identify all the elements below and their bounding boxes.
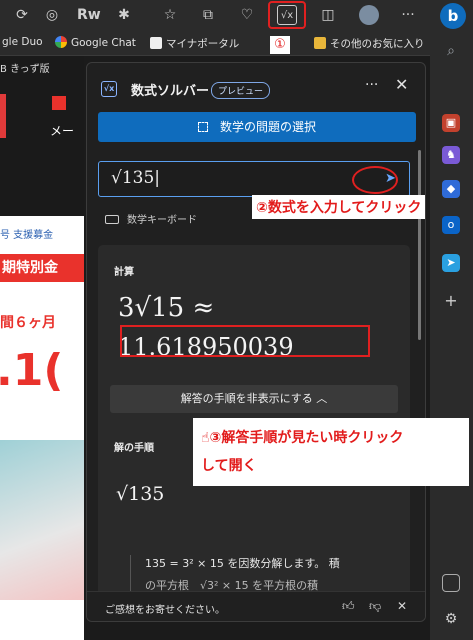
favorite-label: その他のお気に入り [330,38,425,50]
annotation-step3-line2: して開く [201,458,257,474]
keyboard-icon [105,215,119,224]
favorite-label: gle Duo [2,36,43,48]
panel-title: 数式ソルバー [131,84,210,99]
annotation-step2: ②数式を入力してクリック [252,195,426,219]
puzzle-icon[interactable]: ✱ [114,5,134,25]
health-icon[interactable]: ♡ [237,5,257,25]
profile-avatar[interactable] [359,5,379,25]
keyboard-label: 数学キーボード [127,215,197,226]
math-solver-highlight-box [268,1,306,29]
annotation-step1: ① [270,36,290,54]
collections-icon[interactable]: ⧉ [198,5,218,25]
outlook-icon[interactable]: o [442,216,460,234]
calculation-label: 計算 [114,267,134,278]
feedback-close-icon[interactable]: ✕ [397,599,407,613]
extension-icon[interactable]: ◎ [42,5,62,25]
add-icon[interactable]: + [442,292,460,310]
feedback-text: ご感想をお寄せください。 [105,605,225,616]
promo-subtitle: 間６ヶ月 [0,315,56,331]
send-highlight-circle [352,166,398,194]
page-side-text[interactable]: メー [50,122,74,139]
office-icon[interactable]: ◆ [442,180,460,198]
thumbs-down-icon[interactable]: 👎︎ [369,599,381,614]
favorite-label: マイナポータル [166,38,240,50]
more-icon[interactable]: ··· [398,5,418,25]
toggle-highlight-box [120,325,370,357]
steps-expression: √135 [116,483,165,505]
panel-scrollbar[interactable] [418,150,421,340]
refresh-icon[interactable]: ⟳ [12,5,32,25]
annotation-step3-line1: ☝③解答手順が見たい時クリック [201,430,404,446]
telegram-icon[interactable]: ➤ [442,254,460,272]
favorite-mynaportal[interactable]: マイナポータル [150,36,239,51]
page-header: B きっず版 メー [0,56,84,216]
select-math-problem-button[interactable]: 数学の問題の選択 [98,112,416,142]
math-input-value: √135| [111,168,161,188]
games-icon[interactable]: ♞ [442,146,460,164]
page-links[interactable]: 号 支援募金 [0,226,53,241]
favorite-label: Google Chat [71,37,136,49]
mynaportal-icon [150,37,162,49]
toggle-steps-button[interactable]: 解答の手順を非表示にする ︿ [110,385,398,413]
panel-close-button[interactable]: ✕ [395,75,408,94]
page-accent [0,94,6,138]
thumbs-up-icon[interactable]: 👍︎ [342,599,355,614]
favorite-other-folder[interactable]: その他のお気に入り [314,36,425,51]
promo-illustration [0,440,84,600]
panel-header: √x 数式ソルバー プレビュー ··· ✕ [87,63,425,111]
math-keyboard-button[interactable]: 数学キーボード [105,211,197,226]
panel-more-button[interactable]: ··· [365,77,378,93]
edge-sidebar: ⌕ ▣ ♞ ◆ o ➤ + ⚙ [430,30,473,640]
select-region-icon [197,122,208,132]
bing-icon[interactable]: b [440,3,466,29]
favorite-google-chat[interactable]: Google Chat [55,36,136,49]
web-page-content: B きっず版 メー 号 支援募金 期特別金 間６ヶ月 .1( [0,56,84,640]
select-button-label: 数学の問題の選択 [219,120,316,134]
annotation-step3: ☝③解答手順が見たい時クリック して開く [193,418,469,486]
folder-icon [314,37,326,49]
page-nav-text[interactable]: B きっず版 [0,60,50,75]
rw-extension-icon[interactable]: Rw [77,5,101,25]
page-logo-mark [52,96,66,110]
solution-steps-label: 解の手順 [114,443,154,454]
favorite-duo[interactable]: gle Duo [2,36,43,48]
feedback-bar: ご感想をお寄せください。 👍︎ 👎︎ ✕ [87,591,425,621]
promo-title: 期特別金 [0,254,84,282]
step-text: 135 = 3² × 15 を因数分解します。 積 [145,557,340,570]
google-icon [55,36,67,48]
result-exact: 3√15 ≈ [118,293,215,323]
favorites-bar: gle Duo Google Chat マイナポータル その他のお気に入り [0,30,473,56]
settings-gear-icon[interactable]: ⚙ [442,610,460,628]
favorites-star-icon[interactable]: ☆ [160,5,180,25]
shopping-icon[interactable]: ▣ [442,114,460,132]
tab-icon[interactable]: ◫ [318,5,338,25]
browser-toolbar: ⟳ ◎ Rw ✱ ☆ ⧉ ♡ √x ◫ ··· b [0,0,473,30]
math-solver-logo-icon: √x [101,81,117,97]
search-icon[interactable]: ⌕ [442,42,460,60]
promo-banner[interactable]: 期特別金 間６ヶ月 .1( [0,250,84,640]
sidebar-toggle-icon[interactable] [442,574,460,592]
preview-badge: プレビュー [211,82,271,99]
promo-figure: .1( [0,345,64,396]
